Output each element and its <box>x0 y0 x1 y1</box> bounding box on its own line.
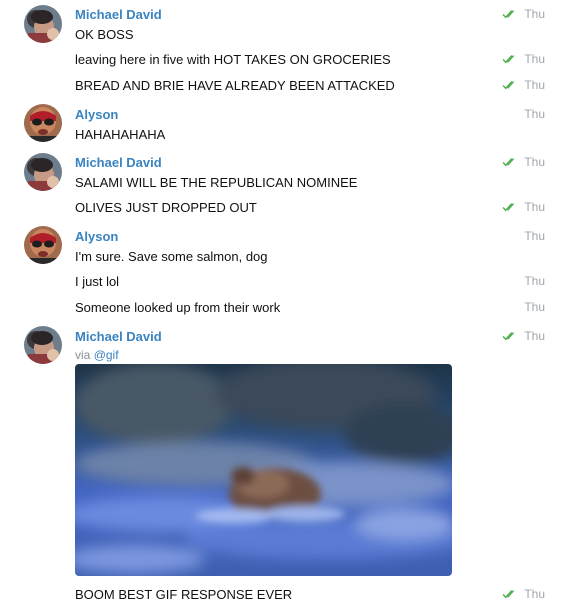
gif-animation[interactable] <box>75 364 452 576</box>
avatar-alyson[interactable] <box>24 226 62 264</box>
message-time: Thu <box>524 107 545 121</box>
message-time: Thu <box>524 78 545 92</box>
message-text: HAHAHAHAHA <box>75 127 166 142</box>
via-prefix: via <box>75 348 91 362</box>
message-meta: Thu <box>524 106 545 122</box>
message-meta: Thu <box>502 199 545 215</box>
message-text: BOOM BEST GIF RESPONSE EVER <box>75 587 293 602</box>
message-text: SALAMI WILL BE THE REPUBLICAN NOMINEE <box>75 175 358 190</box>
message-time: Thu <box>524 329 545 343</box>
message-text: I just lol <box>75 274 120 289</box>
message-time: Thu <box>524 52 545 66</box>
message-meta: Thu <box>502 77 545 93</box>
message-meta: Thu <box>502 328 545 344</box>
message-time: Thu <box>524 200 545 214</box>
double-check-icon <box>502 54 518 64</box>
message-text: OK BOSS <box>75 27 134 42</box>
double-check-icon <box>502 80 518 90</box>
message-text: BREAD AND BRIE HAVE ALREADY BEEN ATTACKE… <box>75 78 395 93</box>
message-time: Thu <box>524 155 545 169</box>
sender-name[interactable]: Michael David <box>75 7 162 22</box>
sender-name[interactable]: Michael David <box>75 329 162 344</box>
message-text: I'm sure. Save some salmon, dog <box>75 249 268 264</box>
double-check-icon <box>502 331 518 341</box>
double-check-icon <box>502 589 518 599</box>
double-check-icon <box>502 202 518 212</box>
sender-name[interactable]: Michael David <box>75 155 162 170</box>
avatar-alyson[interactable] <box>24 104 62 142</box>
message-text: OLIVES JUST DROPPED OUT <box>75 200 257 215</box>
message-time: Thu <box>524 300 545 314</box>
message-time: Thu <box>524 7 545 21</box>
message-text: Someone looked up from their work <box>75 300 281 315</box>
message-meta: Thu <box>502 6 545 22</box>
message-text: leaving here in five with HOT TAKES ON G… <box>75 52 391 67</box>
message-time: Thu <box>524 229 545 243</box>
message-meta: Thu <box>524 273 545 289</box>
message-meta: Thu <box>502 586 545 602</box>
via-bot-label: via @gif <box>75 348 119 362</box>
message-meta: Thu <box>524 228 545 244</box>
double-check-icon <box>502 9 518 19</box>
chat-history: Michael David OK BOSS Thu leaving here i… <box>0 0 564 608</box>
message-time: Thu <box>524 274 545 288</box>
sender-name[interactable]: Alyson <box>75 229 118 244</box>
avatar-michael-david[interactable] <box>24 326 62 364</box>
via-bot-handle[interactable]: @gif <box>94 348 119 362</box>
avatar-michael-david[interactable] <box>24 153 62 191</box>
avatar-michael-david[interactable] <box>24 5 62 43</box>
message-meta: Thu <box>502 51 545 67</box>
message-meta: Thu <box>524 299 545 315</box>
sender-name[interactable]: Alyson <box>75 107 118 122</box>
message-time: Thu <box>524 587 545 601</box>
message-meta: Thu <box>502 154 545 170</box>
double-check-icon <box>502 157 518 167</box>
